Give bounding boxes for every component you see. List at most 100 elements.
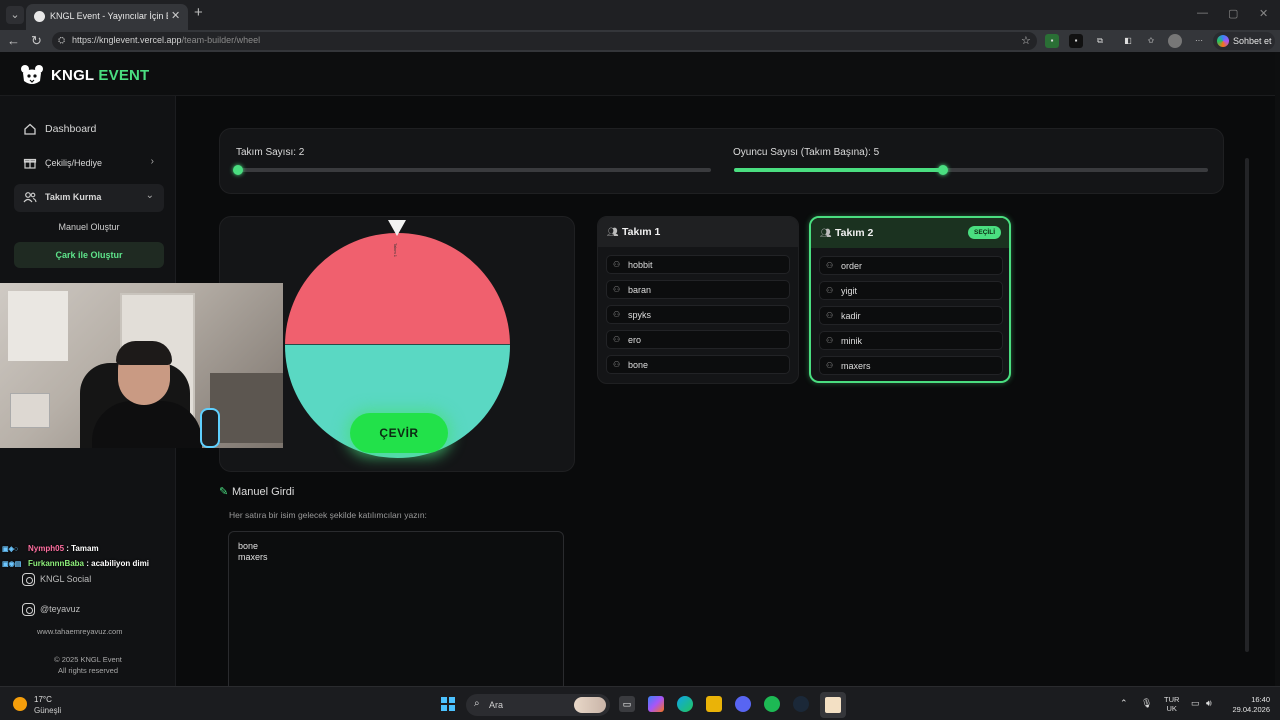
sidebar-item-takim-kurma[interactable]: Takım Kurma ⌄ bbox=[14, 184, 164, 212]
network-icon[interactable]: ▭ bbox=[1191, 698, 1200, 709]
clock-date: 29.04.2026 bbox=[1232, 705, 1270, 714]
maximize-icon[interactable]: ▢ bbox=[1228, 7, 1238, 20]
extensions-icon[interactable]: ⧉ bbox=[1093, 34, 1107, 48]
more-options-icon[interactable]: ··· bbox=[1192, 34, 1206, 48]
search-icon: ⌕ bbox=[474, 698, 480, 709]
team-header: 👥︎ Takım 2 SEÇİLİ bbox=[811, 218, 1009, 248]
webcam-person-body bbox=[92, 401, 202, 448]
url-text: https://knglevent.vercel.app/team-builde… bbox=[72, 35, 260, 45]
user-icon: ⚇ bbox=[826, 361, 834, 370]
player-count-thumb[interactable] bbox=[937, 165, 948, 175]
taskbar-active-app[interactable] bbox=[820, 692, 846, 718]
language-indicator[interactable]: TUR UK bbox=[1164, 695, 1179, 713]
player-name: kadir bbox=[841, 311, 861, 321]
taskbar-search[interactable]: ⌕ Ara bbox=[466, 694, 610, 716]
file-explorer-icon[interactable] bbox=[706, 696, 722, 712]
player-name: order bbox=[841, 261, 863, 271]
sidebar-item-dashboard[interactable]: Dashboard bbox=[14, 116, 164, 144]
chat-message: ▣◉▤ FurkannnBaba : acabiliyon dimi bbox=[2, 559, 149, 568]
player-count-slider[interactable] bbox=[734, 165, 1208, 175]
app-header: KNGL EVENT bbox=[0, 52, 1275, 96]
split-screen-icon[interactable]: ◧ bbox=[1121, 34, 1135, 48]
sidebar-item-label: Çekiliş/Hediye bbox=[45, 158, 103, 168]
extension-dark-icon[interactable]: ▪ bbox=[1069, 34, 1083, 48]
player-name: baran bbox=[628, 285, 652, 295]
player-item: ⚇ yigit bbox=[819, 281, 1003, 300]
back-icon[interactable]: ← bbox=[7, 33, 20, 48]
chat-username: FurkannnBaba bbox=[28, 559, 85, 568]
copilot-chat-button[interactable]: Sohbet et bbox=[1213, 32, 1275, 50]
team-title: Takım 2 bbox=[835, 227, 874, 239]
sidebar-subitem-manuel[interactable]: Manuel Oluştur bbox=[14, 214, 164, 240]
window-close-icon[interactable]: ✕ bbox=[1259, 7, 1268, 20]
chevron-right-icon: › bbox=[150, 156, 154, 167]
favorites-icon[interactable]: ✩ bbox=[1144, 34, 1158, 48]
team-count-slider[interactable] bbox=[233, 165, 711, 175]
chat-badges-icon: ▣◈○ bbox=[2, 546, 19, 553]
user-icon: ⚇ bbox=[613, 310, 621, 319]
users-icon: 👥︎ bbox=[820, 228, 832, 238]
chat-message: ▣◈○ Nymph05 : Tamam bbox=[2, 544, 99, 553]
spotify-icon[interactable] bbox=[764, 696, 780, 712]
favorite-star-icon[interactable]: ☆ bbox=[1021, 34, 1031, 47]
new-tab-button[interactable]: + bbox=[194, 4, 203, 21]
sidebar-item-label: Dashboard bbox=[45, 123, 97, 135]
spin-button[interactable]: ÇEVİR bbox=[350, 413, 448, 453]
url-path: /team-builder/wheel bbox=[181, 35, 261, 45]
bear-logo-icon[interactable] bbox=[20, 64, 44, 86]
volume-icon[interactable]: 🔊︎ bbox=[1206, 698, 1212, 709]
manual-title: Manuel Girdi bbox=[232, 486, 295, 498]
user-icon: ⚇ bbox=[826, 286, 834, 295]
participants-textarea[interactable] bbox=[228, 531, 564, 686]
reload-icon[interactable]: ↻ bbox=[31, 33, 42, 49]
windows-start-icon[interactable] bbox=[441, 697, 455, 711]
weather-temp[interactable]: 17°C bbox=[34, 695, 52, 704]
extension-green-icon[interactable]: ▪ bbox=[1045, 34, 1059, 48]
url-input[interactable]: ⛭ https://knglevent.vercel.app/team-buil… bbox=[52, 32, 1037, 50]
social-label: KNGL Social bbox=[40, 574, 92, 584]
weather-sun-icon[interactable] bbox=[13, 697, 27, 711]
sidebar-subitem-cark[interactable]: Çark ile Oluştur bbox=[14, 242, 164, 268]
tab-title: KNGL Event - Yayıncılar İçin Etkinlik bbox=[50, 11, 168, 21]
site-info-icon[interactable]: ⛭ bbox=[58, 35, 65, 46]
tray-overflow-icon[interactable]: ⌃ bbox=[1120, 698, 1128, 709]
browser-address-bar: ← ↻ ⛭ https://knglevent.vercel.app/team-… bbox=[0, 30, 1280, 52]
instagram-icon bbox=[22, 573, 35, 586]
player-name: ero bbox=[628, 335, 642, 345]
instagram-icon bbox=[22, 603, 35, 616]
sidebar-item-label: Takım Kurma bbox=[45, 192, 102, 202]
taskbar-clock[interactable]: 16:40 29.04.2026 bbox=[1224, 695, 1270, 715]
weather-desc[interactable]: Güneşli bbox=[34, 706, 61, 715]
chat-text: : acabiliyon dimi bbox=[86, 559, 149, 568]
player-count-fill bbox=[734, 168, 943, 172]
profile-avatar[interactable] bbox=[1168, 34, 1182, 48]
edge-icon[interactable] bbox=[677, 696, 693, 712]
task-view-icon[interactable]: ▭ bbox=[619, 696, 635, 712]
tab-list-button[interactable]: ⌄ bbox=[6, 6, 24, 24]
wheel-pointer-icon bbox=[388, 220, 406, 236]
wheel-divider bbox=[285, 344, 510, 345]
home-icon bbox=[24, 123, 36, 135]
copilot-app-icon[interactable] bbox=[648, 696, 664, 712]
player-name: yigit bbox=[841, 286, 858, 296]
steam-icon[interactable] bbox=[793, 696, 809, 712]
minimize-icon[interactable]: — bbox=[1197, 7, 1208, 19]
website-link[interactable]: www.tahaemreyavuz.com bbox=[37, 627, 122, 636]
browser-tab-bar: ⌄ KNGL Event - Yayıncılar İçin Etkinlik … bbox=[0, 0, 1280, 30]
pencil-icon: ✎ bbox=[219, 486, 229, 498]
copyright-line-2: All rights reserved bbox=[57, 666, 119, 675]
team-count-thumb[interactable] bbox=[233, 165, 243, 175]
brand-name[interactable]: KNGL EVENT bbox=[51, 67, 149, 84]
tab-close-icon[interactable]: ✕ bbox=[171, 9, 180, 22]
settings-card: Takım Sayısı: 2 Oyuncu Sayısı (Takım Baş… bbox=[219, 128, 1224, 194]
discord-icon[interactable] bbox=[735, 696, 751, 712]
player-count-label: Oyuncu Sayısı (Takım Başına): 5 bbox=[733, 147, 880, 158]
page-scrollbar[interactable] bbox=[1275, 52, 1280, 686]
player-item: ⚇ order bbox=[819, 256, 1003, 275]
main-scrollbar[interactable] bbox=[1245, 158, 1249, 652]
sidebar-item-cekilis[interactable]: Çekiliş/Hediye › bbox=[14, 150, 164, 178]
clock-time: 16:40 bbox=[1251, 695, 1270, 704]
microphone-icon[interactable]: 🎙︎ bbox=[1141, 698, 1152, 709]
browser-tab-active[interactable]: KNGL Event - Yayıncılar İçin Etkinlik ✕ bbox=[26, 4, 188, 30]
chat-badges-icon: ▣◉▤ bbox=[2, 561, 22, 568]
